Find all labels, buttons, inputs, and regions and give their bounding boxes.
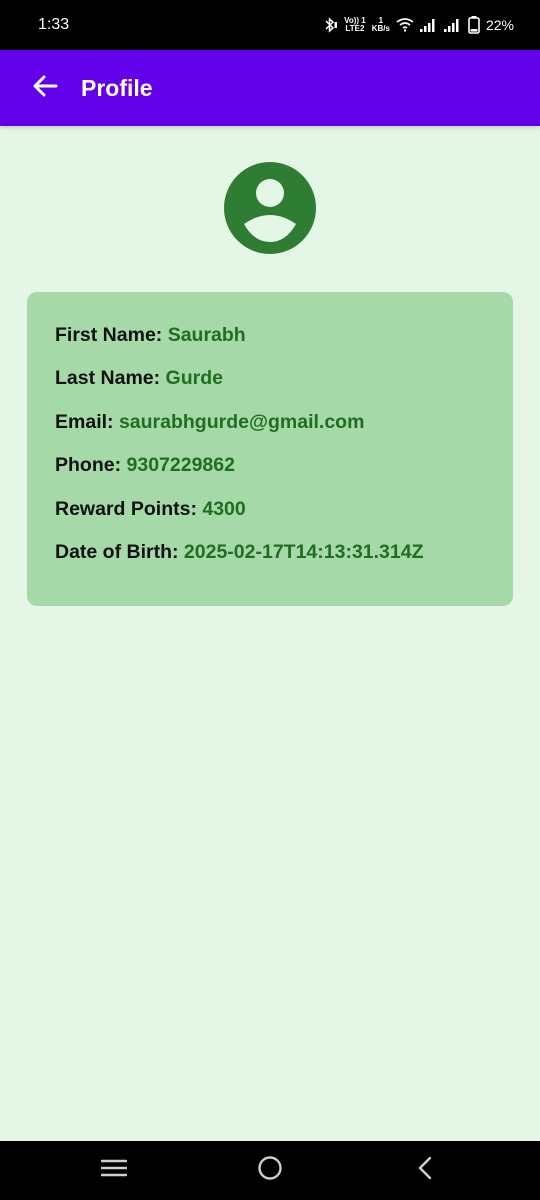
email-label: Email: [55,410,114,433]
email-value: saurabhgurde@gmail.com [118,410,365,433]
phone-label: Phone: [55,454,122,477]
status-icons: Vo)) 1 LTE2 1 KB/s 22% [322,16,514,34]
wifi-icon [396,18,414,32]
phone-value: 9307229862 [126,454,235,477]
reward-points-value: 4300 [202,497,246,520]
last-name-row: Last Name: Gurde [55,366,485,390]
back-icon [417,1156,433,1185]
speed-unit: KB/s [371,24,390,33]
profile-card: First Name: Saurabh Last Name: Gurde Ema… [27,292,513,606]
bluetooth-icon [322,17,338,33]
first-name-value: Saurabh [167,324,246,346]
last-name-value: Gurde [165,367,223,390]
first-name-row: First Name: Saurabh [55,323,485,347]
recent-apps-button[interactable] [84,1141,144,1200]
battery-level: 22% [485,17,514,33]
nav-back-button[interactable] [395,1141,455,1200]
email-row: Email: saurabhgurde@gmail.com [55,410,485,434]
status-bar: 1:33 Vo)) 1 LTE2 1 KB/s 22% [0,0,540,50]
avatar [224,162,316,254]
volte-bottom: LTE2 [345,24,365,33]
home-button[interactable] [240,1141,300,1200]
home-icon [257,1155,283,1186]
system-nav-bar [0,1141,540,1200]
dob-value: 2025-02-17T14:13:31.314Z [183,540,424,563]
arrow-back-icon [32,75,58,102]
volte-indicator: Vo)) 1 LTE2 [344,17,366,33]
reward-points-row: Reward Points: 4300 [55,497,485,521]
reward-points-label: Reward Points: [55,497,197,520]
app-bar: Profile [0,50,540,126]
signal-icon [443,18,462,32]
status-time: 1:33 [38,16,70,33]
signal-icon [419,18,438,32]
battery-icon [468,16,480,34]
page-title: Profile [81,74,153,101]
back-button[interactable] [30,73,60,103]
dob-label: Date of Birth: [55,540,179,563]
network-speed: 1 KB/s [372,17,390,33]
last-name-label: Last Name: [55,367,161,390]
dob-row: Date of Birth: 2025-02-17T14:13:31.314Z [55,540,485,564]
first-name-label: First Name: [55,324,163,346]
account-circle-icon [224,162,316,258]
phone-row: Phone: 9307229862 [55,453,485,477]
recent-apps-icon [100,1158,128,1183]
